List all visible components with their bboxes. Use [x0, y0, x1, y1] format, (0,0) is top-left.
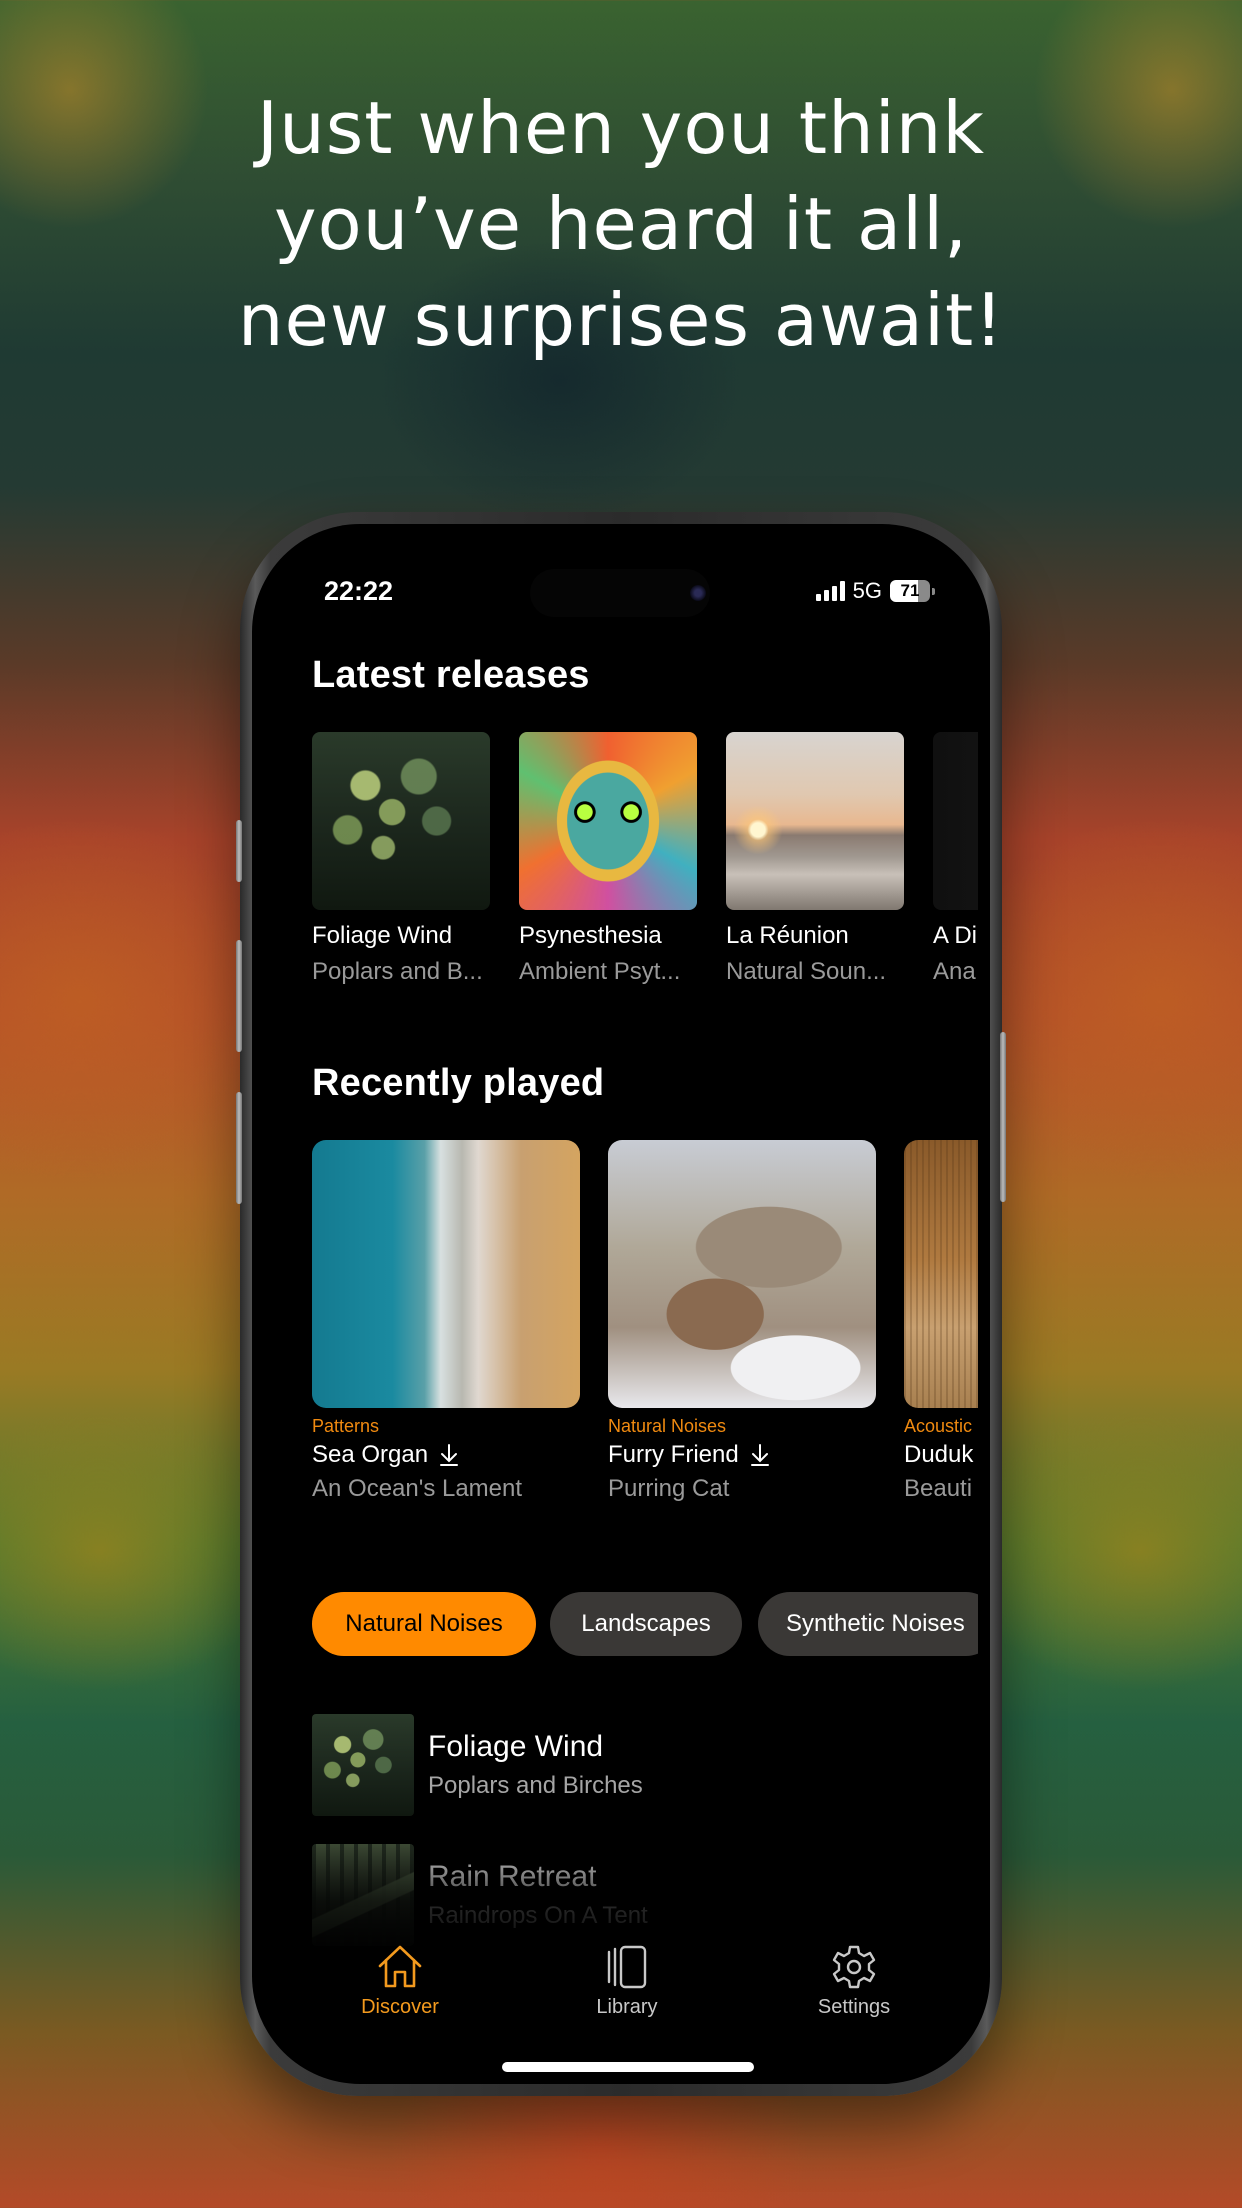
- release-subtitle: Poplars and B...: [312, 958, 483, 985]
- release-subtitle: Natural Soun...: [726, 958, 887, 985]
- tab-library[interactable]: Library: [547, 1944, 707, 2019]
- signal-icon: [815, 581, 845, 601]
- volume-up-button: [236, 940, 242, 1052]
- status-time: 22:22: [324, 576, 394, 606]
- tab-label: Library: [596, 1996, 658, 2018]
- release-card[interactable]: Foliage Wind Poplars and B...: [312, 732, 490, 986]
- release-subtitle: Ambient Psyt...: [519, 958, 681, 985]
- list-item[interactable]: Foliage Wind Poplars and Birches: [312, 1714, 972, 1816]
- recent-card[interactable]: Acoustic Duduk Beauti: [904, 1140, 978, 1503]
- network-type: 5G: [852, 578, 882, 603]
- list-title: Foliage Wind: [428, 1730, 604, 1763]
- recent-subtitle: An Ocean's Lament: [312, 1475, 523, 1502]
- release-artwork: [312, 732, 490, 910]
- download-icon: [750, 1444, 769, 1466]
- recent-artwork: [608, 1140, 876, 1408]
- front-camera: [690, 585, 706, 601]
- release-card[interactable]: La Réunion Natural Soun...: [726, 732, 904, 986]
- release-title: A Di: [933, 922, 978, 949]
- release-subtitle: Ana: [933, 958, 976, 985]
- section-title-recently-played: Recently played: [312, 1062, 605, 1104]
- headline-line: new surprises await!: [237, 278, 1005, 362]
- recent-card[interactable]: Natural Noises Furry Friend Purring Cat: [608, 1140, 876, 1503]
- home-indicator[interactable]: [502, 2062, 754, 2072]
- recent-artwork: [904, 1140, 978, 1408]
- release-artwork: [726, 732, 904, 910]
- recent-title: Sea Organ: [312, 1441, 429, 1468]
- release-artwork: [933, 732, 978, 910]
- recently-played-carousel[interactable]: Patterns Sea Organ An Ocean's Lament Nat…: [312, 1140, 990, 1520]
- dynamic-island: [530, 569, 710, 617]
- home-icon: [378, 1945, 422, 1988]
- recent-title-row: Furry Friend: [608, 1441, 876, 1469]
- recent-subtitle: Purring Cat: [608, 1475, 730, 1502]
- release-title: Psynesthesia: [519, 922, 662, 949]
- list-subtitle: Poplars and Birches: [428, 1772, 643, 1799]
- recent-artwork: [312, 1140, 580, 1408]
- scroll-fade: [252, 1824, 990, 1964]
- battery-level: 71: [900, 581, 920, 600]
- status-indicators: 5G 71: [815, 578, 935, 604]
- headline-line: you’ve heard it all,: [273, 182, 969, 266]
- volume-down-button: [236, 1092, 242, 1204]
- chip-natural-noises[interactable]: Natural Noises: [312, 1592, 536, 1656]
- tab-label: Settings: [817, 1996, 891, 2018]
- list-artwork: [312, 1714, 414, 1816]
- promo-headline: Just when you think you’ve heard it all,…: [0, 80, 1242, 368]
- recent-category: Natural Noises: [608, 1416, 727, 1436]
- phone-frame: 22:22 5G 71 Latest releases Foliage Wind: [236, 512, 1006, 2096]
- app-screen: 22:22 5G 71 Latest releases Foliage Wind: [252, 524, 990, 2084]
- release-card[interactable]: Psynesthesia Ambient Psyt...: [519, 732, 697, 986]
- download-icon: [440, 1444, 459, 1466]
- recent-title-row: Duduk: [904, 1441, 978, 1469]
- release-card[interactable]: A Di Ana: [933, 732, 978, 986]
- latest-releases-carousel[interactable]: Foliage Wind Poplars and B... Psynesthes…: [312, 732, 990, 992]
- category-chips: Natural Noises Landscapes Synthetic Nois…: [312, 1592, 978, 1658]
- section-title-latest-releases: Latest releases: [312, 654, 590, 696]
- tab-settings[interactable]: Settings: [774, 1944, 934, 2019]
- recent-category: Acoustic: [904, 1416, 973, 1436]
- tab-label: Discover: [361, 1996, 439, 2018]
- release-artwork: [519, 732, 697, 910]
- recent-subtitle: Beauti: [904, 1475, 973, 1502]
- release-title: La Réunion: [726, 922, 849, 949]
- recent-title: Duduk: [904, 1441, 974, 1468]
- recent-title: Furry Friend: [608, 1441, 739, 1468]
- tab-discover[interactable]: Discover: [320, 1944, 480, 2019]
- action-button: [236, 820, 242, 882]
- status-bar: 22:22 5G 71: [252, 524, 990, 617]
- gear-icon: [832, 1945, 876, 1989]
- recent-card[interactable]: Patterns Sea Organ An Ocean's Lament: [312, 1140, 580, 1503]
- chip-synthetic-noises[interactable]: Synthetic Noises: [758, 1592, 978, 1656]
- library-icon: [607, 1945, 647, 1989]
- chip-landscapes[interactable]: Landscapes: [550, 1592, 742, 1656]
- battery-icon: 71: [890, 580, 935, 602]
- recent-category: Patterns: [312, 1416, 380, 1436]
- recent-title-row: Sea Organ: [312, 1441, 580, 1469]
- release-title: Foliage Wind: [312, 922, 453, 949]
- headline-line: Just when you think: [256, 86, 986, 170]
- power-button: [1000, 1032, 1006, 1202]
- tab-bar: Discover Library Settings: [252, 1944, 990, 2034]
